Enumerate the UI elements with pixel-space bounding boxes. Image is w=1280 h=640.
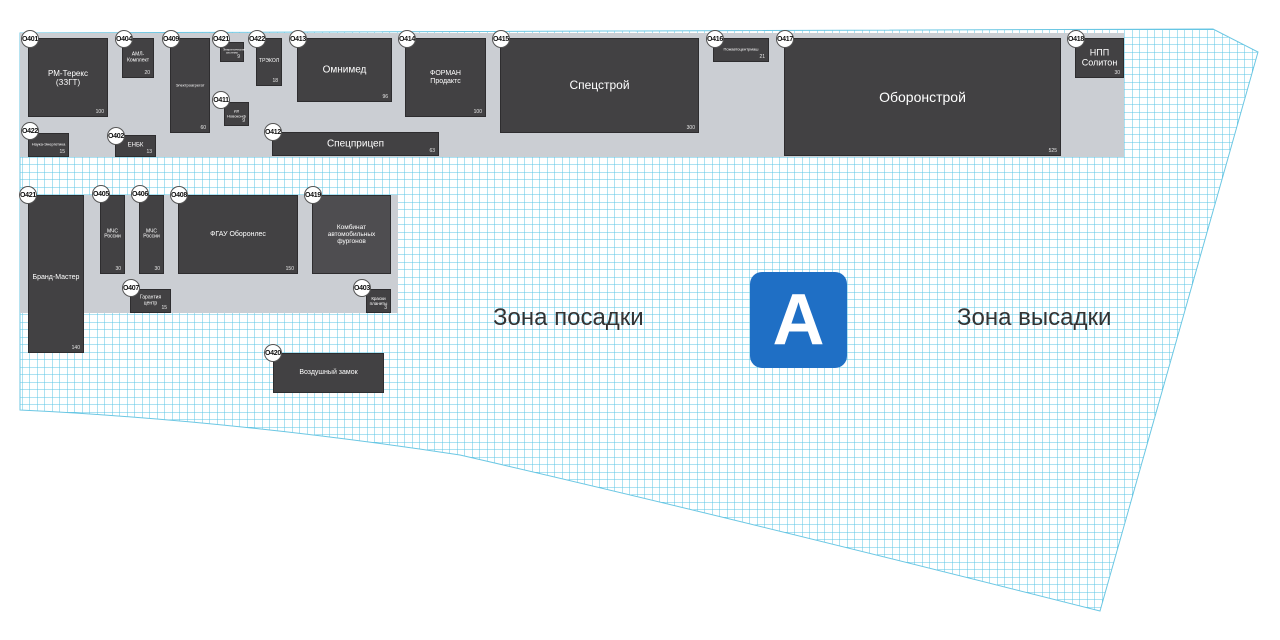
marker-o401[interactable]: O401 bbox=[21, 30, 39, 48]
booth-o414[interactable]: ФОРМАН Продактс 100 bbox=[405, 38, 486, 117]
booth-name: Омнимед bbox=[322, 64, 367, 76]
booth-o420[interactable]: Воздушный замок bbox=[273, 353, 384, 393]
marker-o402[interactable]: O402 bbox=[107, 127, 125, 145]
marker-o421-brand[interactable]: O421 bbox=[19, 186, 37, 204]
booth-area: 525 bbox=[1048, 148, 1057, 154]
booth-name: МЧС России bbox=[104, 227, 121, 240]
booth-name: Бранд-Мастер bbox=[32, 273, 80, 281]
zone-boarding-label: Зона посадки bbox=[493, 304, 644, 331]
booth-o409[interactable]: Электроагрегат 60 bbox=[170, 38, 210, 133]
booth-name: МЧС России bbox=[143, 227, 160, 240]
zone-a-badge: A bbox=[750, 272, 847, 368]
marker-o407[interactable]: O407 bbox=[122, 279, 140, 297]
booth-area: 150 bbox=[285, 266, 294, 272]
booth-o417[interactable]: Оборонстрой 525 bbox=[784, 38, 1061, 156]
marker-o415[interactable]: O415 bbox=[492, 30, 510, 48]
booth-o403[interactable]: Краски планеты 3 bbox=[366, 289, 391, 313]
booth-area: 30 bbox=[1114, 70, 1120, 76]
marker-o413[interactable]: O413 bbox=[289, 30, 307, 48]
booth-name: НПП Солитон bbox=[1081, 47, 1118, 68]
zone-dropoff-label: Зона высадки bbox=[957, 304, 1112, 331]
booth-area: 9 bbox=[237, 54, 240, 60]
booth-o419[interactable]: Комбинат автомобильных фургонов bbox=[312, 195, 391, 274]
marker-o420[interactable]: O420 bbox=[264, 344, 282, 362]
booth-name: ФОРМАН Продактс bbox=[430, 69, 461, 85]
booth-o415[interactable]: Спецстрой 300 bbox=[500, 38, 699, 133]
booth-area: 13 bbox=[146, 149, 152, 155]
marker-o403[interactable]: O403 bbox=[353, 279, 371, 297]
booth-area: 21 bbox=[759, 54, 765, 60]
booth-name: АМЛ- Комплект bbox=[126, 51, 150, 63]
booth-o401[interactable]: РМ-Терекс (ЗЗГТ) 100 bbox=[28, 38, 108, 117]
booth-name: Пожавтоцентрмаш bbox=[723, 46, 759, 52]
booth-area: 3 bbox=[384, 305, 387, 311]
booth-area: 20 bbox=[144, 70, 150, 76]
booth-area: 30 bbox=[154, 266, 160, 272]
marker-o417[interactable]: O417 bbox=[776, 30, 794, 48]
marker-o404[interactable]: O404 bbox=[115, 30, 133, 48]
booth-name: Оборонстрой bbox=[879, 88, 966, 105]
booth-name: РМ-Терекс (ЗЗГТ) bbox=[48, 68, 88, 87]
booth-o405[interactable]: МЧС России 30 bbox=[100, 195, 125, 274]
booth-area: 9 bbox=[242, 118, 245, 124]
booth-name: Спецприцеп bbox=[326, 138, 385, 150]
booth-name: ФГАУ Оборонлес bbox=[210, 230, 266, 238]
marker-o416[interactable]: O416 bbox=[706, 30, 724, 48]
booth-o408[interactable]: ФГАУ Оборонлес 150 bbox=[178, 195, 298, 274]
marker-o405[interactable]: O405 bbox=[92, 185, 110, 203]
booth-area: 100 bbox=[473, 109, 482, 115]
marker-o418[interactable]: O418 bbox=[1067, 30, 1085, 48]
booth-name: Воздушный замок bbox=[299, 368, 358, 376]
booth-area: 300 bbox=[686, 125, 695, 131]
marker-o414[interactable]: O414 bbox=[398, 30, 416, 48]
marker-o422-trekol[interactable]: O422 bbox=[248, 30, 266, 48]
marker-o408[interactable]: O408 bbox=[170, 186, 188, 204]
booth-area: 15 bbox=[161, 305, 167, 311]
booth-name: Спецстрой bbox=[569, 77, 630, 92]
booth-name: ТРЭКОЛ bbox=[259, 58, 279, 65]
marker-o422-nauka[interactable]: O422 bbox=[21, 122, 39, 140]
booth-area: 96 bbox=[382, 94, 388, 100]
booth-o413[interactable]: Омнимед 96 bbox=[297, 38, 392, 102]
booth-o421-brand[interactable]: Бранд-Мастер 140 bbox=[28, 195, 84, 353]
booth-name: Наука-Энергетика bbox=[31, 141, 66, 147]
booth-o412[interactable]: Спецприцеп 63 bbox=[272, 132, 439, 156]
booth-name: Электроагрегат bbox=[175, 82, 205, 88]
booth-area: 100 bbox=[95, 109, 104, 115]
booth-area: 30 bbox=[115, 266, 121, 272]
booth-area: 140 bbox=[71, 345, 80, 351]
marker-o411[interactable]: O411 bbox=[212, 91, 230, 109]
marker-o409[interactable]: O409 bbox=[162, 30, 180, 48]
marker-o419[interactable]: O419 bbox=[304, 186, 322, 204]
booth-o406[interactable]: МЧС России 30 bbox=[139, 195, 164, 274]
booth-area: 63 bbox=[429, 148, 435, 154]
booth-area: 60 bbox=[200, 125, 206, 131]
booth-area: 18 bbox=[272, 78, 278, 84]
booth-name: Комбинат автомобильных фургонов bbox=[327, 223, 376, 246]
marker-o406[interactable]: O406 bbox=[131, 185, 149, 203]
marker-o421-top[interactable]: O421 bbox=[212, 30, 230, 48]
booth-area: 15 bbox=[59, 149, 65, 155]
marker-o412[interactable]: O412 bbox=[264, 123, 282, 141]
